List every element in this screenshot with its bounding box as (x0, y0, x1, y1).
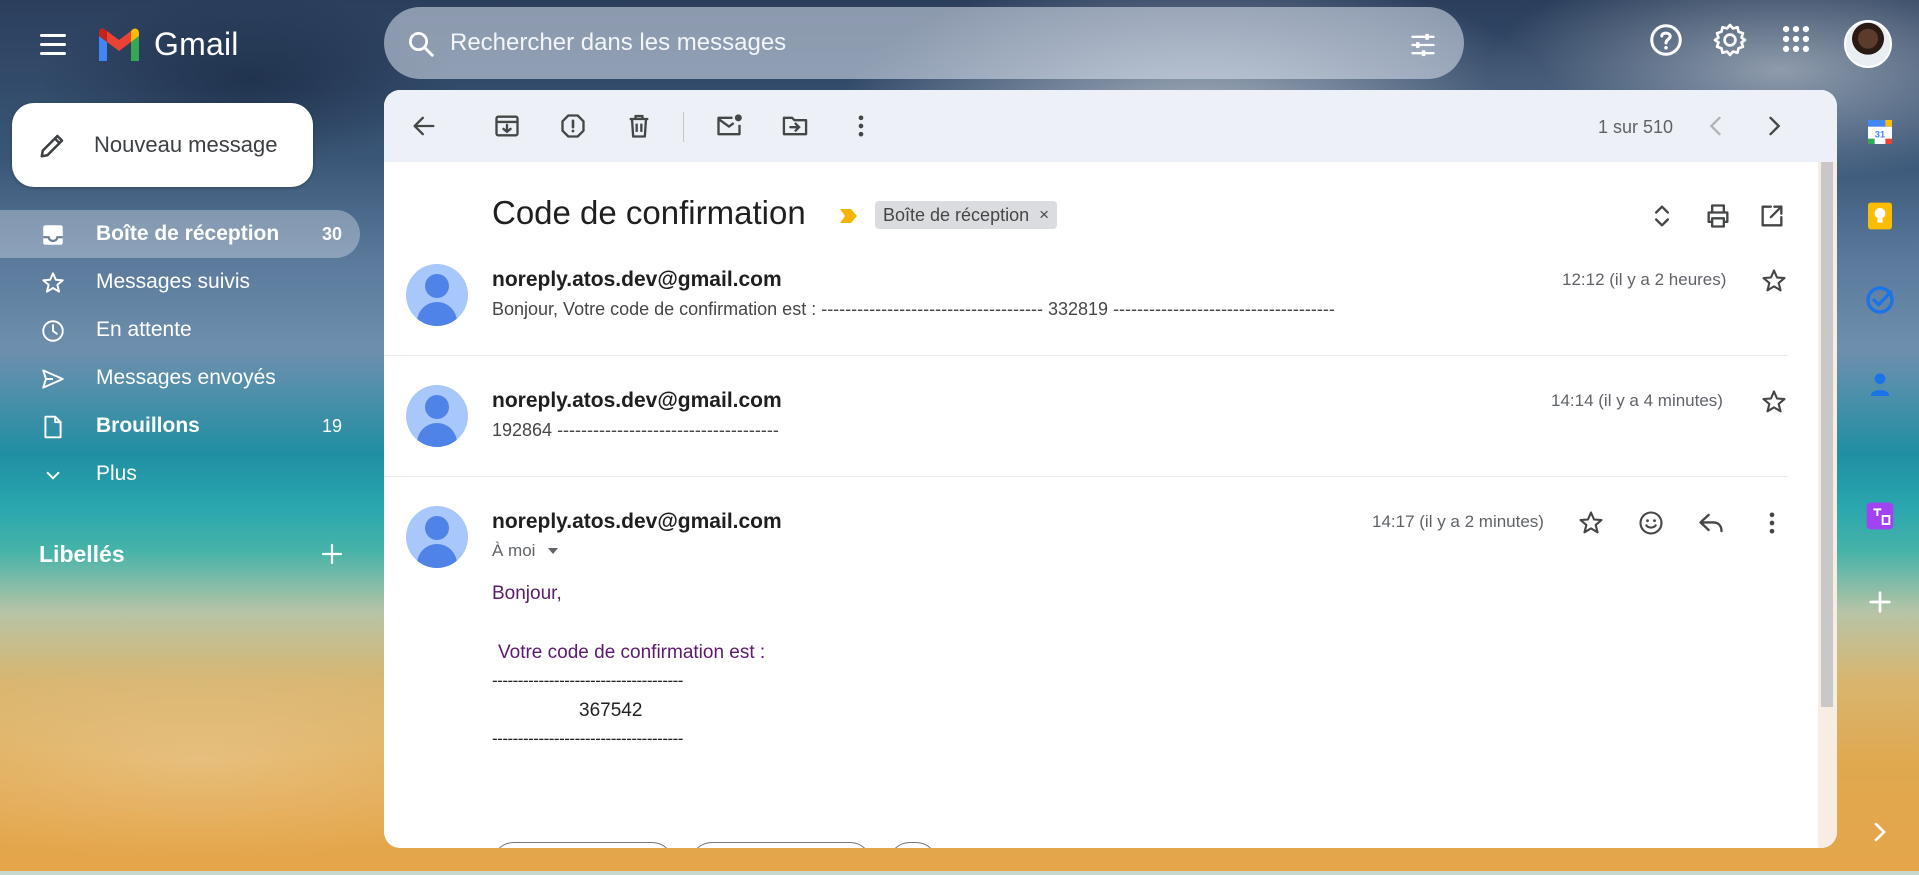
remove-label-icon[interactable]: × (1039, 205, 1049, 225)
svg-text:31: 31 (1875, 129, 1885, 139)
labels-heading: Libellés (39, 541, 125, 567)
apps-grid-icon[interactable] (1779, 22, 1813, 56)
body-greeting: Bonjour, (492, 583, 562, 604)
star-icon[interactable] (1577, 509, 1605, 537)
sidebar-item-starred[interactable]: Messages suivis (0, 258, 360, 306)
main-menu-button[interactable] (34, 26, 72, 64)
star-icon[interactable] (1760, 267, 1788, 295)
search-icon[interactable] (406, 29, 436, 59)
sidebar-item-more[interactable]: Plus (0, 450, 360, 498)
keep-notes-icon[interactable] (1864, 200, 1896, 232)
help-icon[interactable] (1648, 22, 1684, 58)
send-icon (42, 369, 64, 389)
message-divider (384, 476, 1788, 477)
message-time: 14:17 (il y a 2 minutes) (1372, 512, 1544, 531)
chevron-down-icon (46, 471, 60, 480)
label-chip-text: Boîte de réception (883, 204, 1030, 225)
sidebar-item-label: Brouillons (96, 414, 200, 437)
sidebar-item-sent[interactable]: Messages envoyés (0, 354, 360, 402)
toolbar-divider (683, 112, 684, 142)
mark-unread-icon[interactable] (715, 112, 743, 140)
report-spam-icon[interactable] (559, 112, 587, 140)
older-chevron-right-icon[interactable] (1760, 112, 1788, 140)
scrollbar-thumb[interactable] (1821, 162, 1833, 707)
sidebar-item-label: Plus (96, 462, 137, 485)
bottom-strip (0, 871, 1919, 875)
sender-avatar (406, 385, 468, 447)
message-time: 12:12 (il y a 2 heures) (1562, 270, 1727, 289)
caret-down-icon (548, 548, 559, 554)
star-icon (42, 272, 64, 293)
account-avatar[interactable] (1844, 20, 1892, 68)
inbox-icon (43, 225, 63, 245)
sidebar-item-label: En attente (96, 318, 192, 341)
pencil-icon (40, 134, 64, 158)
sidebar-nav: Boîte de réception 30 Messages suivis En… (0, 210, 360, 498)
more-options-icon[interactable] (847, 112, 875, 140)
sender-email: noreply.atos.dev@gmail.com (492, 510, 782, 533)
tasks-icon[interactable] (1864, 284, 1896, 316)
draft-count: 19 (321, 415, 342, 436)
archive-icon[interactable] (493, 112, 521, 140)
recipient-details[interactable]: À moi (492, 541, 560, 561)
more-options-icon[interactable] (1758, 509, 1786, 537)
sender-email: noreply.atos.dev@gmail.com (492, 389, 782, 412)
reply-icon[interactable] (1697, 509, 1725, 537)
compose-button[interactable]: Nouveau message (12, 103, 313, 187)
search-bar[interactable] (384, 7, 1464, 79)
print-icon[interactable] (1704, 202, 1732, 230)
message-time: 14:14 (il y a 4 minutes) (1551, 391, 1723, 410)
gmail-m-icon (99, 28, 139, 61)
contacts-icon[interactable] (1864, 368, 1896, 400)
add-addon-icon[interactable] (1864, 586, 1896, 618)
message-view-panel: 1 sur 510 Code de confirmation Boîte de … (384, 90, 1837, 848)
add-label-icon[interactable] (320, 542, 344, 566)
reply-chip-button[interactable] (492, 842, 674, 848)
open-new-window-icon[interactable] (1758, 202, 1786, 230)
calendar-icon[interactable]: 31 (1864, 116, 1896, 148)
sidebar-item-label: Messages suivis (96, 270, 251, 293)
gmail-logo[interactable]: Gmail (96, 22, 239, 66)
search-options-icon[interactable] (1408, 31, 1438, 59)
sidebar-item-inbox[interactable]: Boîte de réception 30 (0, 210, 360, 258)
sidebar-item-label: Boîte de réception (96, 222, 280, 245)
star-icon[interactable] (1760, 388, 1788, 416)
message-snippet: Bonjour, Votre code de confirmation est … (492, 299, 1335, 319)
back-arrow-icon[interactable] (410, 112, 438, 140)
unread-count: 30 (321, 223, 342, 244)
sidebar-item-snoozed[interactable]: En attente (0, 306, 360, 354)
body-line: Votre code de confirmation est : (498, 642, 766, 663)
label-chip: Boîte de réception × (875, 201, 1058, 229)
body-dashes-top: ------------------------------------- (492, 671, 683, 690)
search-input[interactable] (450, 23, 1350, 63)
settings-gear-icon[interactable] (1712, 22, 1748, 58)
translate-addon-icon[interactable] (1864, 500, 1896, 532)
newer-chevron-left-icon[interactable] (1702, 112, 1730, 140)
recipient-text: À moi (492, 541, 536, 560)
app-name: Gmail (154, 25, 239, 62)
message-divider (384, 355, 1788, 356)
clock-icon (42, 320, 64, 342)
sender-email: noreply.atos.dev@gmail.com (492, 268, 782, 291)
emoji-reaction-icon[interactable] (1637, 509, 1665, 537)
sender-avatar (406, 506, 468, 568)
confirmation-code: 367542 (579, 700, 643, 721)
message-snippet: 192864 ---------------------------------… (492, 420, 779, 440)
thread-subject: Code de confirmation (492, 194, 806, 231)
body-dashes-bottom: ------------------------------------- (492, 729, 683, 748)
expand-all-icon[interactable] (1648, 202, 1676, 230)
message-toolbar: 1 sur 510 (384, 90, 1837, 162)
delete-trash-icon[interactable] (625, 112, 653, 140)
compose-label: Nouveau message (94, 132, 278, 157)
emoji-chip-button[interactable] (888, 842, 938, 848)
sidebar-item-drafts[interactable]: Brouillons 19 (0, 402, 360, 450)
sidebar-item-label: Messages envoyés (96, 366, 276, 389)
pagination-text: 1 sur 510 (1598, 117, 1674, 137)
expand-side-panel-chevron-icon[interactable] (1864, 816, 1896, 848)
draft-icon (44, 415, 62, 439)
importance-marker-icon[interactable] (838, 206, 860, 226)
forward-chip-button[interactable] (690, 842, 872, 848)
move-to-icon[interactable] (781, 112, 809, 140)
sender-avatar (406, 264, 468, 326)
